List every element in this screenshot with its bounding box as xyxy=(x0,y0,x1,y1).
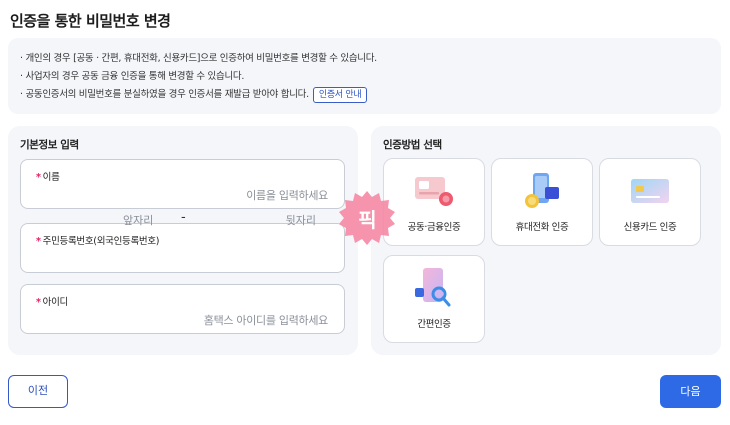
notice-line: · 사업자의 경우 공동 금융 인증을 통해 변경할 수 있습니다. xyxy=(20,71,245,82)
ssn-field: * 주민등록번호(외국인등록번호) xyxy=(20,223,345,273)
cert-guide-button[interactable]: 인증서 안내 xyxy=(312,86,368,103)
id-field[interactable]: * 아이디 홈택스 아이디를 입력하세요 xyxy=(20,284,345,334)
notice-line-text: · 공동인증서의 비밀번호를 분실하였을 경우 인증서를 재발급 받아야 합니다… xyxy=(20,89,309,100)
notice-line: · 개인의 경우 [공동 · 간편, 휴대전화, 신용카드]으로 인증하여 비밀… xyxy=(20,53,377,64)
ssn-front-input[interactable]: 앞자리 xyxy=(123,212,153,228)
basic-info-title: 기본정보 입력 xyxy=(20,139,79,151)
auth-option-mobile[interactable]: 휴대전화 인증 xyxy=(491,158,593,246)
name-input[interactable]: 이름을 입력하세요 xyxy=(246,187,328,203)
required-mark: * xyxy=(36,172,41,183)
auth-option-certificate[interactable]: 공동·금융인증 xyxy=(383,158,485,246)
next-button[interactable]: 다음 xyxy=(660,375,721,408)
auth-option-credit-card[interactable]: 신용카드 인증 xyxy=(599,158,701,246)
name-field[interactable]: * 이름 이름을 입력하세요 xyxy=(20,159,345,209)
certificate-card-icon xyxy=(415,177,453,206)
required-mark: * xyxy=(36,297,41,308)
auth-option-simple[interactable]: 간편인증 xyxy=(383,255,485,343)
auth-method-title: 인증방법 선택 xyxy=(383,139,442,151)
notice-box: · 개인의 경우 [공동 · 간편, 휴대전화, 신용카드]으로 인증하여 비밀… xyxy=(8,38,721,114)
page-title: 인증을 통한 비밀번호 변경 xyxy=(10,12,171,30)
name-label: * 이름 xyxy=(36,172,60,183)
auth-option-label: 휴대전화 인증 xyxy=(515,222,569,233)
prev-button[interactable]: 이전 xyxy=(8,375,68,408)
simple-auth-icon xyxy=(415,268,451,307)
required-mark: * xyxy=(36,236,41,247)
ssn-separator: - xyxy=(181,210,186,225)
ssn-label: * 주민등록번호(외국인등록번호) xyxy=(36,236,160,247)
auth-option-label: 간편인증 xyxy=(417,319,451,330)
basic-info-panel: 기본정보 입력 * 이름 이름을 입력하세요 * 주민등록번호(외국인등록번호) 앞… xyxy=(8,126,358,355)
pick-badge: 픽 xyxy=(339,190,395,246)
pick-badge-text: 픽 xyxy=(358,208,376,232)
id-label: * 아이디 xyxy=(36,297,68,308)
notice-line: · 공동인증서의 비밀번호를 분실하였을 경우 인증서를 재발급 받아야 합니다… xyxy=(20,86,709,104)
auth-method-panel: 인증방법 선택 공동·금융인증 휴대전화 인증 신용카드 인증 간편인증 xyxy=(371,126,721,355)
auth-option-label: 신용카드 인증 xyxy=(623,222,677,233)
auth-option-label: 공동·금융인증 xyxy=(407,222,461,233)
mobile-phone-icon xyxy=(525,173,559,208)
credit-card-icon xyxy=(631,179,669,203)
id-input[interactable]: 홈택스 아이디를 입력하세요 xyxy=(204,312,329,328)
ssn-back-input[interactable]: 뒷자리 xyxy=(286,212,316,228)
